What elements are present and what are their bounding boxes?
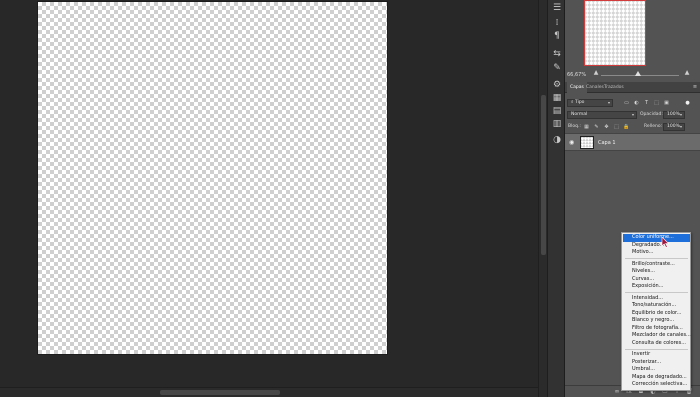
- zoom-in-icon[interactable]: ▲: [683, 69, 691, 77]
- blend-mode-value: Normal: [571, 112, 588, 117]
- zoom-level[interactable]: 66,67%: [567, 72, 586, 78]
- adjust-icon[interactable]: ⁞: [551, 17, 563, 29]
- menu-item[interactable]: Intensidad...: [623, 295, 690, 303]
- layer-row[interactable]: ◉ Capa 1: [565, 133, 700, 151]
- tab-paths[interactable]: Trazados: [601, 82, 627, 93]
- opacity-label: Opacidad:: [640, 112, 663, 117]
- menu-item[interactable]: Motivo...: [623, 249, 690, 257]
- vertical-scroll-thumb[interactable]: [541, 95, 546, 255]
- menu-item[interactable]: Consulta de colores...: [623, 340, 690, 348]
- filter-kind-select[interactable]: ⌕ Tipo ▾: [567, 99, 613, 107]
- document-canvas[interactable]: [38, 2, 387, 354]
- sliders-icon[interactable]: ⇆: [551, 48, 563, 60]
- layer-thumbnail[interactable]: [580, 136, 594, 149]
- menu-item[interactable]: Color uniforme...: [623, 234, 690, 242]
- adjustment-layer-menu: Color uniforme... Degradado... Motivo... Br…: [621, 232, 691, 391]
- lock-position-icon[interactable]: ✥: [603, 124, 610, 131]
- chevron-down-icon: ▾: [607, 100, 610, 105]
- link-layers-icon[interactable]: ∞: [613, 388, 621, 396]
- layer-filter-row: ⌕ Tipo ▾ ▭ ◐ T ⬚ ▣ ●: [565, 97, 700, 109]
- panel-tab-bar: Capas Canales Trazados ≡: [565, 82, 700, 93]
- menu-separator: [625, 258, 688, 259]
- menu-item[interactable]: Tono/saturación...: [623, 302, 690, 310]
- workspace: [0, 0, 538, 397]
- blend-mode-select[interactable]: Normal ▾: [567, 111, 637, 119]
- table-icon[interactable]: ▥: [551, 118, 563, 130]
- properties-icon[interactable]: ☰: [551, 2, 563, 14]
- navigator-preview[interactable]: [584, 0, 646, 66]
- menu-item[interactable]: Exposición...: [623, 283, 690, 291]
- settings-icon[interactable]: ⚙: [551, 79, 563, 91]
- layers-list-icon[interactable]: ▤: [551, 105, 563, 117]
- panel-tool-strip: ☰ ⁞ ¶ ⇆ ✎ ⚙ ▦ ▤ ▥ ◑: [547, 0, 565, 397]
- lock-artboard-icon[interactable]: ⬚: [613, 124, 620, 131]
- menu-item[interactable]: Blanco y negro...: [623, 317, 690, 325]
- menu-item[interactable]: Umbral...: [623, 366, 690, 374]
- blend-row: Normal ▾ Opacidad: 100% ▾: [565, 109, 700, 121]
- menu-item[interactable]: Brillo/contraste...: [623, 261, 690, 269]
- visibility-eye-icon[interactable]: ◉: [569, 139, 577, 147]
- menu-item[interactable]: Corrección selectiva...: [623, 381, 690, 389]
- menu-separator: [625, 292, 688, 293]
- menu-item[interactable]: Curvas...: [623, 276, 690, 284]
- color-wheel-icon[interactable]: ◑: [551, 134, 563, 146]
- filter-shape-icon[interactable]: ⬚: [653, 100, 660, 107]
- layer-name[interactable]: Capa 1: [598, 139, 616, 147]
- filter-kind-value: Tipo: [574, 100, 585, 105]
- menu-item[interactable]: Mapa de degradado...: [623, 374, 690, 382]
- lock-row: Bloq.: ▦ ✎ ✥ ⬚ 🔒 Relleno: 100% ▾: [565, 121, 700, 133]
- opacity-value: 100%: [667, 112, 680, 117]
- menu-item[interactable]: Equilibrio de color...: [623, 310, 690, 318]
- filter-toggle-icon[interactable]: ●: [684, 100, 691, 107]
- navigator-panel: 66,67% ▲ ▲: [565, 0, 700, 82]
- chevron-down-icon: ▾: [679, 124, 682, 129]
- photoshop-window: ☰ ⁞ ¶ ⇆ ✎ ⚙ ▦ ▤ ▥ ◑ 66,67% ▲ ▲ Capas Can…: [0, 0, 700, 397]
- chevron-down-icon: ▾: [679, 112, 682, 117]
- menu-item[interactable]: Mezclador de canales...: [623, 332, 691, 340]
- mouse-cursor-icon: [661, 237, 670, 248]
- menu-item[interactable]: Posterizar...: [623, 359, 690, 367]
- fill-value: 100%: [667, 124, 680, 129]
- menu-separator: [625, 348, 688, 350]
- filter-type-icon[interactable]: T: [643, 100, 650, 107]
- chevron-down-icon: ▾: [631, 112, 634, 117]
- horizontal-scrollbar[interactable]: [0, 387, 538, 397]
- paragraph-icon[interactable]: ¶: [551, 30, 563, 42]
- vertical-scrollbar[interactable]: [538, 0, 547, 397]
- menu-item[interactable]: Filtro de fotografía...: [623, 325, 690, 333]
- lock-transparency-icon[interactable]: ▦: [583, 124, 590, 131]
- fill-field[interactable]: 100% ▾: [663, 123, 685, 131]
- panel-menu-icon[interactable]: ≡: [692, 84, 698, 90]
- fill-label: Relleno:: [644, 124, 663, 129]
- horizontal-scroll-thumb[interactable]: [160, 390, 280, 395]
- filter-smart-object-icon[interactable]: ▣: [663, 100, 670, 107]
- brush-icon[interactable]: ✎: [551, 62, 563, 74]
- menu-item[interactable]: Degradado...: [623, 242, 690, 250]
- grid-icon[interactable]: ▦: [551, 92, 563, 104]
- menu-item[interactable]: Niveles...: [623, 268, 690, 276]
- lock-all-icon[interactable]: 🔒: [623, 124, 630, 131]
- opacity-field[interactable]: 100% ▾: [663, 111, 685, 119]
- menu-item[interactable]: Invertir: [623, 351, 690, 359]
- zoom-out-icon[interactable]: ▲: [592, 69, 600, 77]
- filter-adjustment-icon[interactable]: ◐: [633, 100, 640, 107]
- lock-pixels-icon[interactable]: ✎: [593, 124, 600, 131]
- filter-pixel-icon[interactable]: ▭: [623, 100, 630, 107]
- lock-label: Bloq.:: [568, 124, 581, 129]
- zoom-slider-handle[interactable]: [635, 71, 641, 76]
